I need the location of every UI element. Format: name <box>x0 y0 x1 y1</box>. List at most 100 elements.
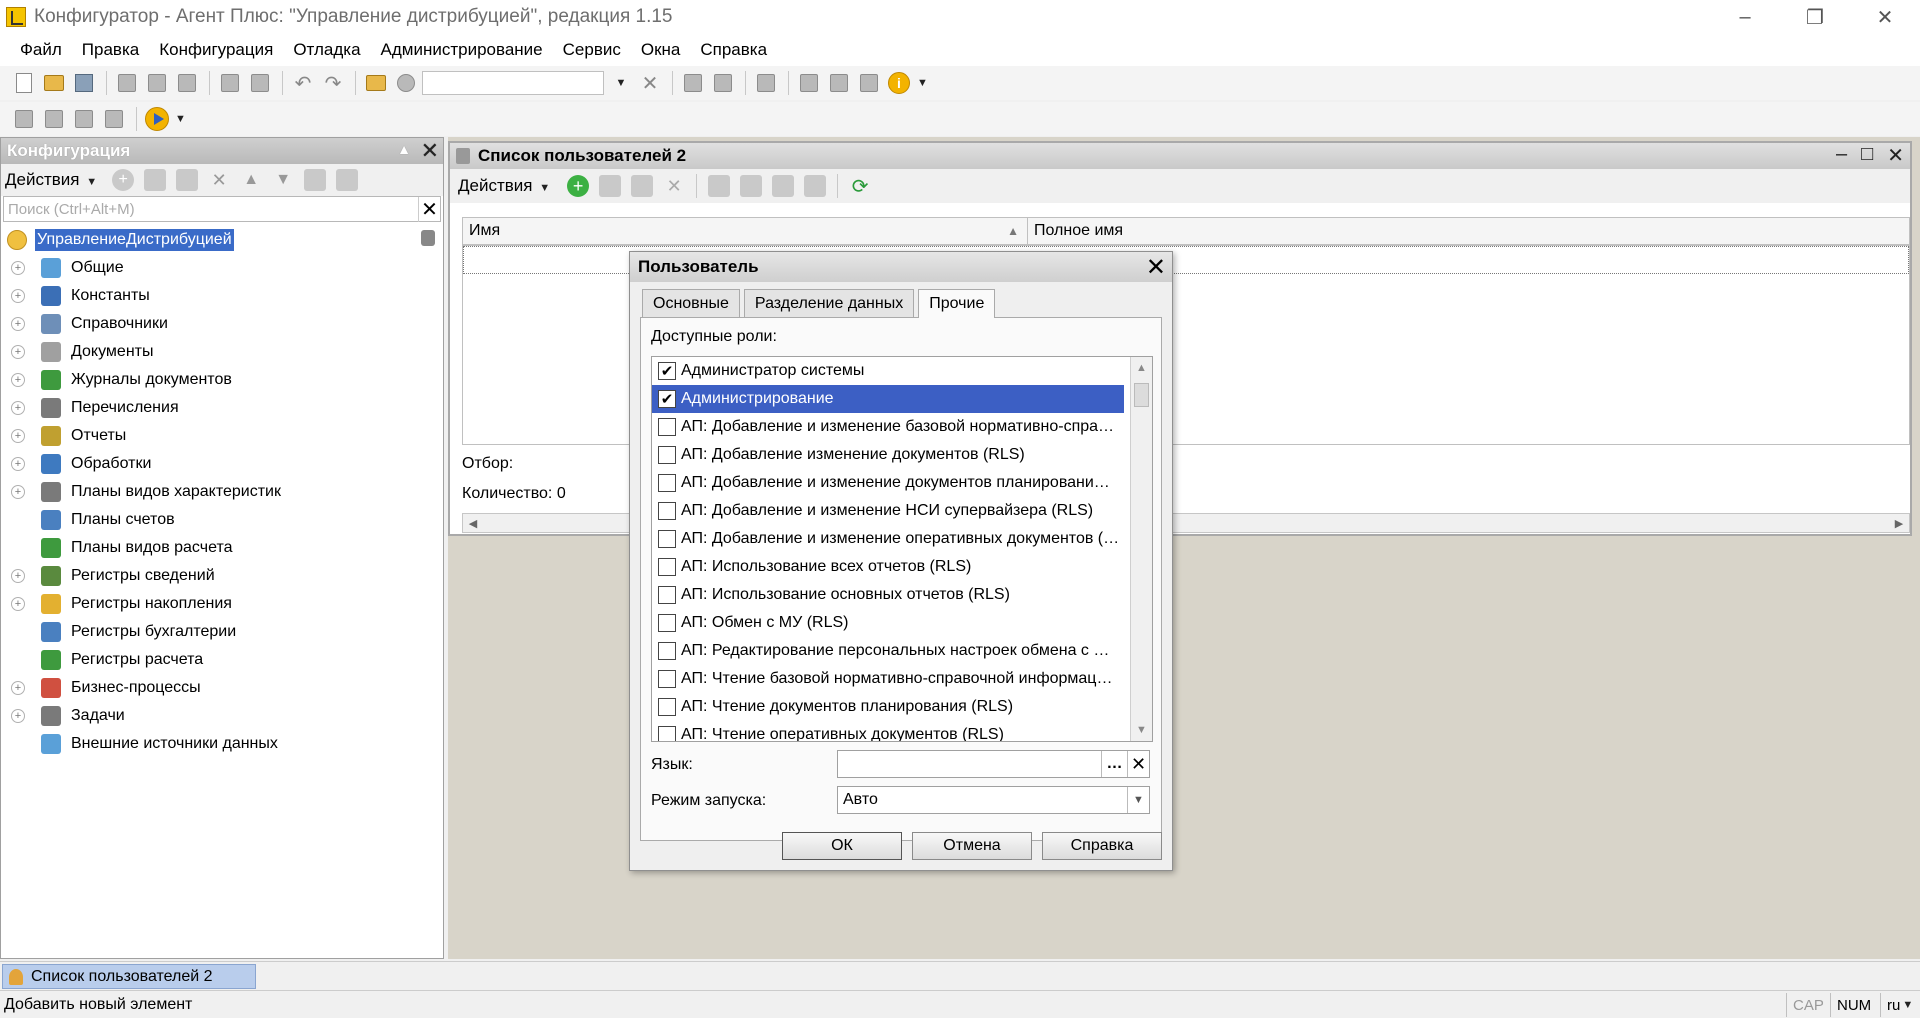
role-row[interactable]: АП: Чтение базовой нормативно-справочной… <box>652 665 1124 693</box>
role-row[interactable]: АП: Редактирование персональных настроек… <box>652 637 1124 665</box>
tree-item[interactable]: + Константы <box>1 282 443 310</box>
tree-item[interactable]: + Планы видов характеристик <box>1 478 443 506</box>
start-debug-button[interactable] <box>143 105 171 133</box>
new-doc-button[interactable] <box>10 69 38 97</box>
undo-button[interactable]: ↶ <box>289 69 317 97</box>
role-checkbox[interactable] <box>658 530 676 548</box>
expand-icon[interactable]: + <box>11 709 25 723</box>
tree-item[interactable]: + Документы <box>1 338 443 366</box>
module-button[interactable] <box>100 105 128 133</box>
save-button[interactable] <box>70 69 98 97</box>
copy-icon[interactable] <box>599 175 622 197</box>
move-up-icon[interactable]: ▲ <box>240 169 262 191</box>
role-checkbox[interactable] <box>658 586 676 604</box>
windows-button[interactable] <box>752 69 780 97</box>
scroll-down-icon[interactable]: ▼ <box>1131 719 1152 741</box>
expand-icon[interactable]: + <box>11 569 25 583</box>
window-tab-user-list[interactable]: Список пользователей 2 <box>2 964 256 989</box>
clear-filter-icon[interactable] <box>804 175 827 197</box>
role-row[interactable]: ✔ Администрирование <box>652 385 1124 413</box>
tree-item[interactable]: + Задачи <box>1 702 443 730</box>
tree-root[interactable]: УправлениеДистрибуцией <box>7 226 443 254</box>
delete-icon[interactable]: ✕ <box>663 175 685 197</box>
column-full-name[interactable]: Полное имя <box>1028 218 1123 244</box>
role-checkbox[interactable] <box>658 670 676 688</box>
expand-icon[interactable]: + <box>11 345 25 359</box>
scroll-right-icon[interactable]: ▶ <box>1889 514 1909 532</box>
role-row[interactable]: АП: Чтение документов планирования (RLS) <box>652 693 1124 721</box>
copy-button[interactable] <box>143 69 171 97</box>
tree-item[interactable]: + Регистры сведений <box>1 562 443 590</box>
expand-icon[interactable]: + <box>11 597 25 611</box>
pin-icon[interactable]: ▲ <box>397 141 411 157</box>
expand-icon[interactable]: + <box>11 317 25 331</box>
find-prev-button[interactable] <box>709 69 737 97</box>
open-button[interactable] <box>40 69 68 97</box>
info-button[interactable]: i <box>885 69 913 97</box>
role-row[interactable]: АП: Добавление изменение документов (RLS… <box>652 441 1124 469</box>
menu-configuration[interactable]: Конфигурация <box>149 40 283 60</box>
find-next-button[interactable] <box>679 69 707 97</box>
role-checkbox[interactable] <box>658 558 676 576</box>
tab-data-separation[interactable]: Разделение данных <box>743 289 915 317</box>
update-db-button[interactable] <box>70 105 98 133</box>
role-checkbox[interactable] <box>658 474 676 492</box>
cut-button[interactable] <box>113 69 141 97</box>
tree-item[interactable]: + Обработки <box>1 450 443 478</box>
tab-other[interactable]: Прочие <box>918 289 996 318</box>
paste-button[interactable] <box>173 69 201 97</box>
find-button[interactable] <box>362 69 390 97</box>
help-search-button[interactable] <box>825 69 853 97</box>
filter-icon[interactable] <box>708 175 731 197</box>
edit-icon[interactable] <box>631 175 654 197</box>
menu-edit[interactable]: Правка <box>72 40 149 60</box>
tree-item[interactable]: + Бизнес-процессы <box>1 674 443 702</box>
role-row[interactable]: АП: Добавление и изменение базовой норма… <box>652 413 1124 441</box>
tab-main[interactable]: Основные <box>642 289 740 317</box>
language-indicator[interactable]: ru ▼ <box>1880 993 1919 1017</box>
role-row[interactable]: АП: Добавление и изменение оперативных д… <box>652 525 1124 553</box>
add-icon[interactable]: + <box>567 175 590 197</box>
close-button[interactable]: ✕ <box>1850 0 1920 34</box>
sort-icon[interactable] <box>304 169 327 191</box>
chevron-down-icon[interactable]: ▼ <box>175 113 186 125</box>
clear-icon[interactable]: ✕ <box>1127 751 1149 777</box>
config-open-button[interactable] <box>10 105 38 133</box>
role-checkbox[interactable] <box>658 698 676 716</box>
search-button[interactable] <box>392 69 420 97</box>
expand-icon[interactable]: + <box>11 289 25 303</box>
expand-icon[interactable]: + <box>11 401 25 415</box>
menu-help[interactable]: Справка <box>690 40 777 60</box>
actions-menu-button[interactable]: Действия ▼ <box>458 176 550 196</box>
close-icon[interactable]: ✕ <box>1146 253 1166 282</box>
role-checkbox[interactable] <box>658 446 676 464</box>
cancel-button[interactable]: Отмена <box>912 832 1032 860</box>
tree-item[interactable]: Планы видов расчета <box>1 534 443 562</box>
syntax-helper-button[interactable] <box>795 69 823 97</box>
role-row[interactable]: АП: Использование основных отчетов (RLS) <box>652 581 1124 609</box>
search-clear-button[interactable]: ✕ <box>636 69 664 97</box>
launch-mode-select[interactable]: Авто ▼ <box>837 786 1150 814</box>
copy-icon[interactable] <box>176 169 199 191</box>
tree-item[interactable]: + Регистры накопления <box>1 590 443 618</box>
expand-icon[interactable]: + <box>11 485 25 499</box>
print-button[interactable] <box>216 69 244 97</box>
role-row[interactable]: ✔ Администратор системы <box>652 357 1124 385</box>
chevron-down-icon[interactable]: ▼ <box>917 77 928 89</box>
role-row[interactable]: АП: Чтение оперативных документов (RLS) <box>652 721 1124 741</box>
menu-service[interactable]: Сервис <box>553 40 631 60</box>
role-row[interactable]: АП: Использование всех отчетов (RLS) <box>652 553 1124 581</box>
maximize-icon[interactable]: □ <box>1861 143 1873 168</box>
config-compare-button[interactable] <box>40 105 68 133</box>
refresh-icon[interactable]: ⟳ <box>849 175 871 198</box>
column-name[interactable]: Имя ▲ <box>463 218 1028 244</box>
search-dropdown-button[interactable]: ▼ <box>606 69 634 97</box>
edit-icon[interactable] <box>144 169 167 191</box>
help-button[interactable]: Справка <box>1042 832 1162 860</box>
menu-windows[interactable]: Окна <box>631 40 691 60</box>
expand-icon[interactable]: + <box>11 261 25 275</box>
role-row[interactable]: АП: Добавление и изменение НСИ супервайз… <box>652 497 1124 525</box>
help-contents-button[interactable] <box>855 69 883 97</box>
scroll-left-icon[interactable]: ◀ <box>463 514 483 532</box>
filter-list-icon[interactable] <box>772 175 795 197</box>
